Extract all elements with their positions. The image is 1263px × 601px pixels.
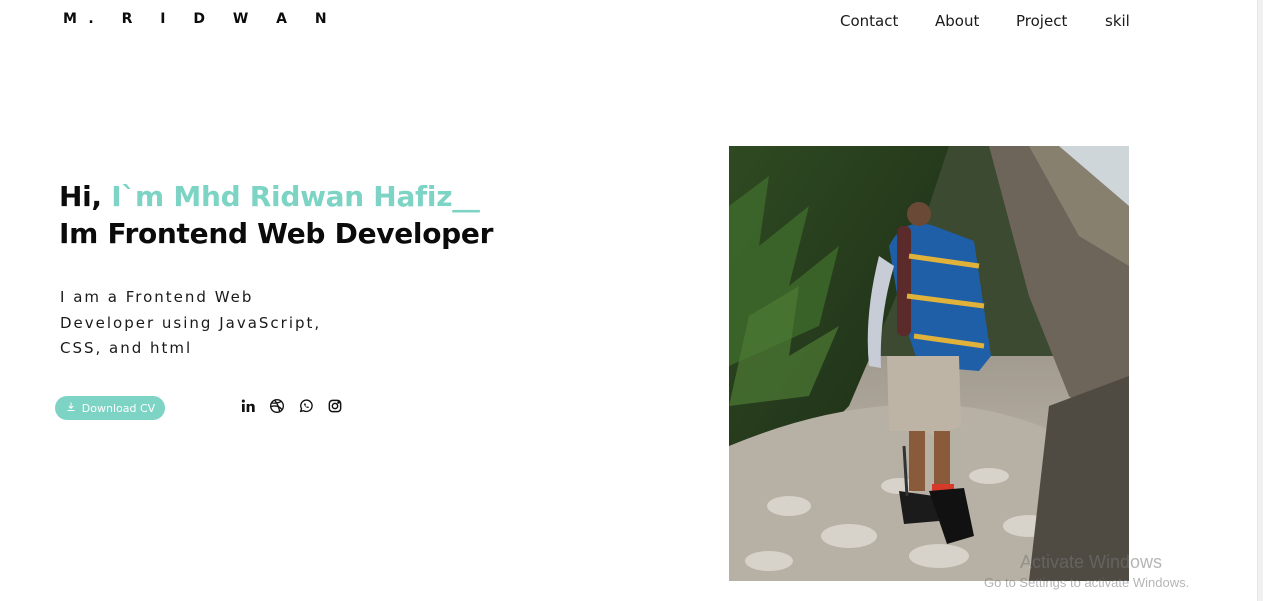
windows-activation-watermark: Activate Windows Go to Settings to activ… (984, 552, 1189, 590)
nav-about[interactable]: About (935, 12, 979, 30)
site-logo[interactable]: M. R I D W A N (63, 11, 338, 27)
watermark-subtitle: Go to Settings to activate Windows. (984, 575, 1190, 590)
intro-text: I am a Frontend Web Developer using Java… (60, 285, 360, 362)
hero-photo (729, 146, 1129, 581)
hero-name: I`m Mhd Ridwan Hafiz__ (111, 180, 480, 213)
nav-skill[interactable]: skil (1105, 12, 1130, 30)
instagram-icon[interactable] (326, 397, 343, 414)
dribbble-icon[interactable] (268, 397, 285, 414)
greeting: Hi, (59, 180, 102, 213)
intro-line: Developer using JavaScript, (60, 313, 322, 332)
download-cv-button[interactable]: Download CV (55, 396, 165, 420)
watermark-title: Activate Windows (1020, 552, 1163, 572)
linkedin-icon[interactable] (239, 397, 256, 414)
scrollbar[interactable] (1257, 0, 1263, 601)
hero-headline: Hi, I`m Mhd Ridwan Hafiz__ Im Frontend W… (59, 178, 493, 252)
hiker-photo-illustration (729, 146, 1129, 581)
download-cv-label: Download CV (81, 401, 156, 415)
nav-contact[interactable]: Contact (840, 12, 898, 30)
nav-project[interactable]: Project (1016, 12, 1067, 30)
whatsapp-icon[interactable] (297, 397, 314, 414)
download-icon (65, 401, 77, 416)
hero-role: Im Frontend Web Developer (59, 217, 494, 250)
intro-line: CSS, and html (60, 339, 193, 357)
intro-line: I am a Frontend Web (60, 288, 254, 306)
